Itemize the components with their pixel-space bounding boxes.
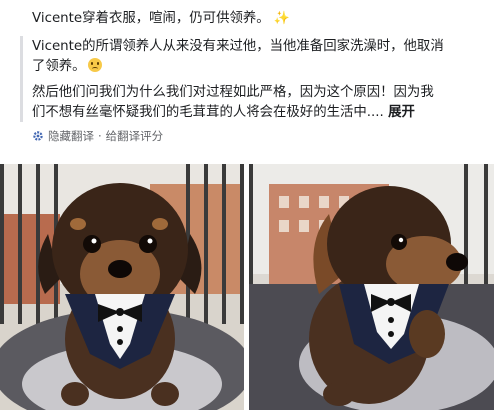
post-line-5: 们不想有丝毫怀疑我们的毛茸茸的人将会在极好的生活中.... 展开 [32,102,415,123]
dog-photo-right[interactable] [249,164,494,410]
dog-photo-left-image [0,164,244,410]
dog-photo-left[interactable] [0,164,244,410]
post-line-1-text: Vicente穿着衣服，喧闹，仍可供领养。 [32,11,270,26]
post-line-3: 了领养。 [32,56,102,77]
sad-face-icon [87,58,102,72]
post-line-1: Vicente穿着衣服，喧闹，仍可供领养。 ✨ [32,8,290,29]
quote-bar [20,36,23,122]
translation-separator: · [98,129,102,143]
post-line-4: 然后他们问我们为什么我们对过程如此严格，因为这个原因！因为我 [32,85,434,100]
rate-translation-link[interactable]: 给翻译评分 [106,128,164,144]
gear-icon [33,131,43,141]
post-text-area: Vicente穿着衣服，喧闹，仍可供领养。 ✨ Vicente的所谓领养人从来没… [0,0,494,150]
dog-photo-right-image [249,164,494,410]
post-line-5-text: 们不想有丝毫怀疑我们的毛茸茸的人将会在极好的生活中.... [32,105,384,120]
post-line-2: Vicente的所谓领养人从来没有来过他，当他准备回家洗澡时，他取消 [32,39,444,54]
translation-row: 隐藏翻译 · 给翻译评分 [32,128,163,144]
post-line-3-text: 了领养。 [32,59,86,74]
hide-translation-link[interactable]: 隐藏翻译 [48,128,94,144]
sparkles-icon: ✨ [273,11,291,26]
expand-link[interactable]: 展开 [388,105,415,120]
